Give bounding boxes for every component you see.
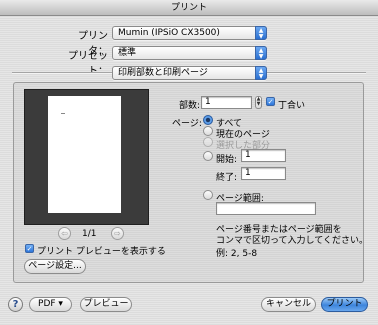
window-title: プリント	[0, 0, 378, 16]
pages-current-radio[interactable]	[203, 126, 213, 136]
popup-arrows-icon: ▲ ▼	[255, 26, 267, 40]
printer-popup[interactable]: Mumin (IPSiO CX3500) ▲ ▼	[112, 26, 267, 40]
page-counter: 1/1	[82, 229, 97, 239]
popup-arrows-icon: ▲ ▼	[255, 46, 267, 60]
help-button[interactable]: ?	[8, 297, 23, 312]
left-arrow-icon: ⇦	[61, 229, 68, 238]
printer-value: Mumin (IPSiO CX3500)	[118, 28, 220, 38]
stepper-arrows-icon: ▲ ▼	[256, 96, 261, 107]
previous-page-button[interactable]: ⇦	[58, 227, 71, 240]
print-button[interactable]: プリント	[321, 297, 368, 312]
preset-popup[interactable]: 標準 ▲ ▼	[112, 46, 267, 60]
pages-range-radio[interactable]	[203, 190, 213, 200]
pages-from-radio[interactable]	[203, 151, 213, 161]
pages-from-field[interactable]: 1	[241, 149, 286, 162]
pdf-menu-button[interactable]: PDF ▾	[29, 297, 72, 312]
pages-range-field[interactable]	[216, 202, 316, 215]
print-dialog: プリント プリンタ： Mumin (IPSiO CX3500) ▲▼ プリセット…	[0, 0, 378, 325]
pages-to-label: 終了:	[216, 173, 238, 183]
collate-label: 丁合い	[278, 101, 306, 111]
preset-value: 標準	[118, 48, 137, 58]
copies-label: 部数:	[179, 101, 201, 111]
show-preview-checkbox[interactable]: ✓	[25, 244, 34, 253]
next-page-button[interactable]: ⇨	[111, 227, 124, 240]
right-arrow-icon: ⇨	[114, 229, 121, 238]
preview-button[interactable]: プレビュー	[80, 297, 132, 312]
preview-page	[48, 96, 121, 213]
page-setup-button[interactable]: ページ設定...	[24, 259, 86, 274]
collate-checkbox[interactable]: ✓	[266, 97, 275, 106]
checkmark-icon: ✓	[26, 245, 33, 253]
section-popup[interactable]: 印刷部数と印刷ページ ▲ ▼	[112, 66, 267, 80]
show-preview-label: プリント プレビューを表示する	[37, 247, 166, 257]
pages-to-field[interactable]: 1	[241, 167, 286, 180]
pages-range-hint-line2: コンマで区切って入力してください。	[216, 236, 369, 246]
section-value: 印刷部数と印刷ページ	[118, 68, 208, 78]
pages-range-example: 例: 2, 5-8	[216, 249, 258, 259]
pages-all-radio[interactable]	[203, 115, 213, 125]
popup-arrows-icon: ▲ ▼	[255, 66, 267, 80]
pages-from-label: 開始:	[216, 155, 238, 165]
preview-page-mark	[61, 113, 65, 114]
cancel-button[interactable]: キャンセル	[261, 297, 316, 312]
pages-label: ページ:	[172, 119, 202, 129]
pages-selection-radio	[203, 137, 213, 147]
copies-field[interactable]: 1	[201, 96, 252, 109]
copies-stepper[interactable]: ▲ ▼	[255, 96, 262, 109]
checkmark-icon: ✓	[267, 98, 274, 106]
